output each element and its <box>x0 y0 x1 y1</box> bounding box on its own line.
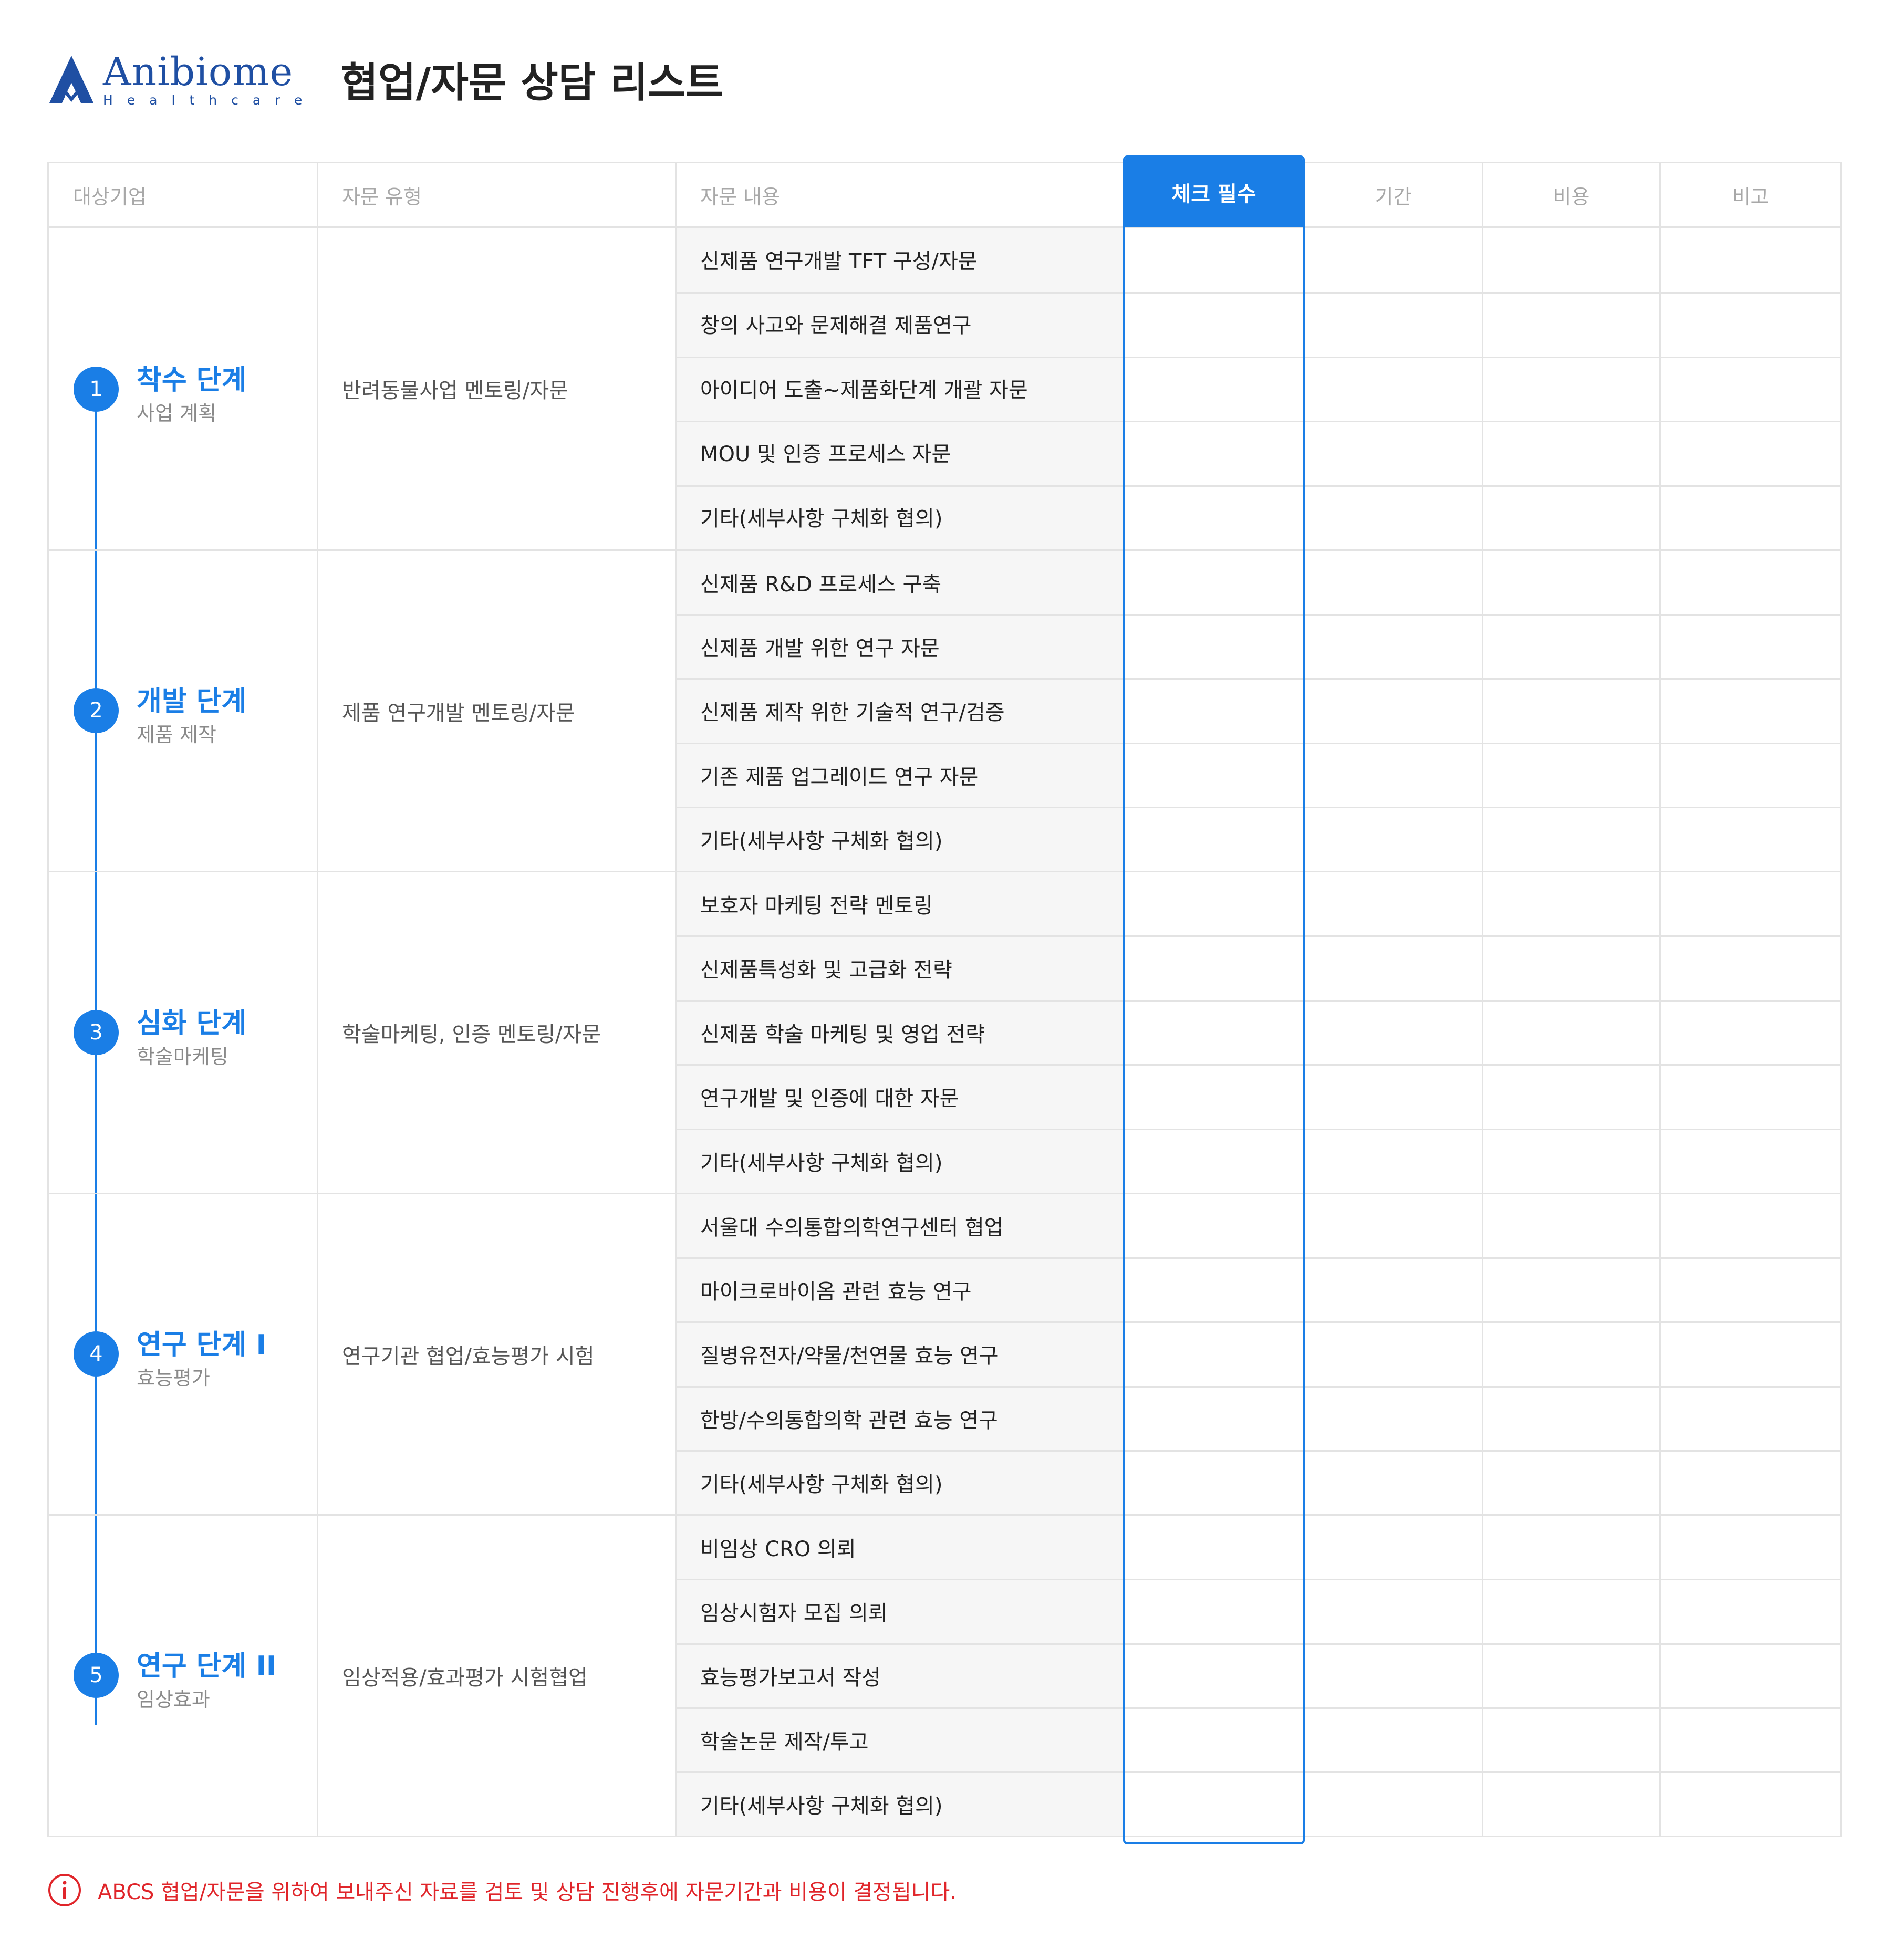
stage-title: 연구 단계 I <box>137 1329 266 1361</box>
stage-subtitle: 사업 계획 <box>137 402 216 425</box>
header-check: 체크 필수 <box>1125 158 1303 227</box>
consult-item: 신제품 학술 마케팅 및 영업 전략 <box>700 1023 985 1047</box>
stage-subtitle: 학술마케팅 <box>137 1045 228 1068</box>
column-divider <box>1659 163 1661 1836</box>
brand-logo[interactable]: Anibiome Healthcare <box>47 53 316 107</box>
consult-item: 신제품 개발 위한 연구 자문 <box>700 637 940 661</box>
brand-sub: Healthcare <box>103 92 317 108</box>
brand-name: Anibiome <box>103 49 294 95</box>
consult-item: 기타(세부사항 구체화 협의) <box>700 507 943 531</box>
consult-item: 신제품 제작 위한 기술적 연구/검증 <box>700 701 1005 725</box>
notice: ABCS 협업/자문을 위하여 보내주신 자료를 검토 및 상담 진행후에 자문… <box>47 1873 957 1907</box>
stage-subtitle: 효능평가 <box>137 1367 210 1390</box>
header-content: 자문 내용 <box>700 185 780 208</box>
consult-item: 효능평가보고서 작성 <box>700 1666 881 1690</box>
stage-number-badge: 2 <box>74 688 119 733</box>
consult-item: 창의 사고와 문제해결 제품연구 <box>700 314 972 338</box>
consult-item: 임상시험자 모집 의뢰 <box>700 1601 888 1625</box>
consult-item: 마이크로바이옴 관련 효능 연구 <box>700 1280 972 1304</box>
header-company: 대상기업 <box>73 185 147 208</box>
consult-item: 기타(세부사항 구체화 협의) <box>700 1473 943 1497</box>
consult-type: 학술마케팅, 인증 멘토링/자문 <box>342 1023 601 1047</box>
header-note: 비고 <box>1732 185 1769 208</box>
notice-text: ABCS 협업/자문을 위하여 보내주신 자료를 검토 및 상담 진행후에 자문… <box>98 1880 957 1904</box>
stage-title: 개발 단계 <box>137 686 247 717</box>
consult-item: 신제품 연구개발 TFT 구성/자문 <box>700 249 978 274</box>
consult-item: 보호자 마케팅 전략 멘토링 <box>700 894 933 918</box>
consult-type: 임상적용/효과평가 시험협업 <box>342 1665 588 1690</box>
stage-timeline <box>95 389 97 1725</box>
consult-item: 신제품특성화 및 고급화 전략 <box>700 958 952 982</box>
consult-item: 기존 제품 업그레이드 연구 자문 <box>700 765 979 789</box>
page-title: 협업/자문 상담 리스트 <box>340 59 723 107</box>
consult-item: 서울대 수의통합의학연구센터 협업 <box>700 1216 1004 1240</box>
consult-item: 기타(세부사항 구체화 협의) <box>700 1794 943 1818</box>
group-divider <box>49 871 1840 872</box>
stage-title: 심화 단계 <box>137 1008 247 1039</box>
consult-item: 연구개발 및 인증에 대한 자문 <box>700 1087 959 1111</box>
stage-number-badge: 5 <box>74 1653 119 1698</box>
header-period: 기간 <box>1375 185 1412 208</box>
consult-item: MOU 및 인증 프로세스 자문 <box>700 442 951 466</box>
stage-number-badge: 3 <box>74 1010 119 1055</box>
consult-item: 기타(세부사항 구체화 협의) <box>700 829 943 853</box>
header-cost: 비용 <box>1553 185 1590 208</box>
info-icon <box>48 1874 81 1906</box>
stage-title: 연구 단계 II <box>137 1651 277 1682</box>
consult-item: 신제품 R&D 프로세스 구축 <box>700 572 942 597</box>
consult-item: 한방/수의통합의학 관련 효능 연구 <box>700 1409 998 1433</box>
brand-mark-icon <box>49 56 93 103</box>
consult-table: 대상기업 자문 유형 자문 내용 기간 비용 비고 1 착수 단계 사업 계획 … <box>47 162 1842 1837</box>
consult-item: 질병유전자/약물/천연물 효능 연구 <box>700 1344 999 1368</box>
column-divider <box>317 163 318 1836</box>
stage-title: 착수 단계 <box>137 364 247 396</box>
stage-number-badge: 4 <box>74 1331 119 1377</box>
stage-number-badge: 1 <box>74 367 119 412</box>
group-divider <box>49 549 1840 551</box>
consult-item: 기타(세부사항 구체화 협의) <box>700 1151 943 1175</box>
stage-subtitle: 임상효과 <box>137 1688 210 1711</box>
header-type: 자문 유형 <box>342 185 422 208</box>
column-divider <box>1482 163 1483 1836</box>
consult-item: 학술논문 제작/투고 <box>700 1730 869 1754</box>
consult-type: 반려동물사업 멘토링/자문 <box>342 379 568 403</box>
consult-item: 비임상 CRO 의뢰 <box>700 1537 856 1561</box>
page-header: Anibiome Healthcare 협업/자문 상담 리스트 <box>47 50 723 108</box>
consult-type: 연구기관 협업/효능평가 시험 <box>342 1344 595 1369</box>
check-column[interactable]: 체크 필수 <box>1123 155 1305 1844</box>
consult-item: 아이디어 도출~제품화단계 개괄 자문 <box>700 378 1028 402</box>
stage-subtitle: 제품 제작 <box>137 723 216 746</box>
group-divider <box>49 1514 1840 1516</box>
consult-type: 제품 연구개발 멘토링/자문 <box>342 701 575 725</box>
